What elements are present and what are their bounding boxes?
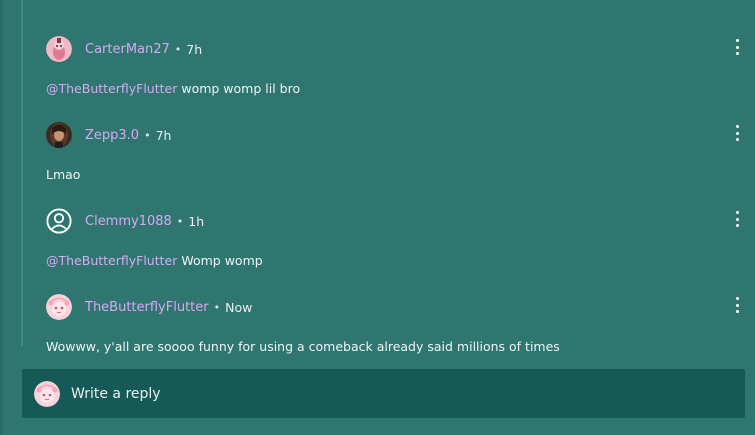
- more-options-icon[interactable]: [730, 211, 744, 227]
- pink-character-avatar-icon[interactable]: [46, 36, 72, 62]
- pink-anime-avatar-icon: [34, 380, 60, 407]
- comment-item: Clemmy1088 • 1h @TheButterflyFlutter Wom…: [22, 184, 752, 270]
- mention-link[interactable]: @TheButterflyFlutter: [46, 253, 177, 268]
- reply-input[interactable]: Write a reply: [22, 369, 745, 418]
- comment-time: 7h: [155, 127, 172, 143]
- comment-header: Clemmy1088 • 1h: [46, 208, 204, 234]
- comment-username[interactable]: TheButterflyFlutter: [85, 300, 209, 315]
- comment-username[interactable]: Clemmy1088: [85, 214, 172, 229]
- comment-username[interactable]: Zepp3.0: [85, 128, 139, 143]
- comment-username[interactable]: CarterMan27: [85, 42, 170, 57]
- comment-header: CarterMan27 • 7h: [46, 36, 202, 62]
- more-options-icon[interactable]: [730, 125, 744, 141]
- reply-placeholder[interactable]: Write a reply: [71, 386, 161, 402]
- separator-dot: •: [213, 300, 221, 314]
- comment-header: Zepp3.0 • 7h: [46, 122, 171, 148]
- comment-text: Womp womp: [177, 253, 263, 268]
- comment-time: 7h: [186, 41, 203, 57]
- more-options-icon[interactable]: [730, 297, 744, 313]
- comment-text: womp womp lil bro: [177, 81, 301, 96]
- separator-dot: •: [144, 128, 151, 142]
- comment-body: @TheButterflyFlutter womp womp lil bro: [46, 81, 300, 96]
- dark-hair-avatar-icon[interactable]: [46, 122, 72, 148]
- separator-dot: •: [174, 42, 182, 56]
- comment-text: Wowww, y'all are soooo funny for using a…: [46, 339, 560, 354]
- comment-item: TheButterflyFlutter • Now Wowww, y'all a…: [22, 270, 752, 356]
- more-options-icon[interactable]: [730, 39, 744, 55]
- left-edge: [0, 0, 3, 435]
- pink-anime-avatar-icon[interactable]: [46, 294, 72, 320]
- default-user-avatar-icon[interactable]: [46, 208, 72, 234]
- comment-time: Now: [225, 299, 253, 315]
- comment-item: Zepp3.0 • 7h Lmao: [22, 98, 752, 184]
- mention-link[interactable]: @TheButterflyFlutter: [46, 81, 177, 96]
- comment-body: @TheButterflyFlutter Womp womp: [46, 253, 263, 268]
- comment-item: CarterMan27 • 7h @TheButterflyFlutter wo…: [22, 12, 752, 98]
- comment-body: Lmao: [46, 167, 80, 182]
- comment-time: 1h: [188, 213, 205, 229]
- comment-header: TheButterflyFlutter • Now: [46, 294, 252, 320]
- comment-text: Lmao: [46, 167, 81, 182]
- comment-body: Wowww, y'all are soooo funny for using a…: [46, 339, 560, 354]
- separator-dot: •: [176, 214, 184, 228]
